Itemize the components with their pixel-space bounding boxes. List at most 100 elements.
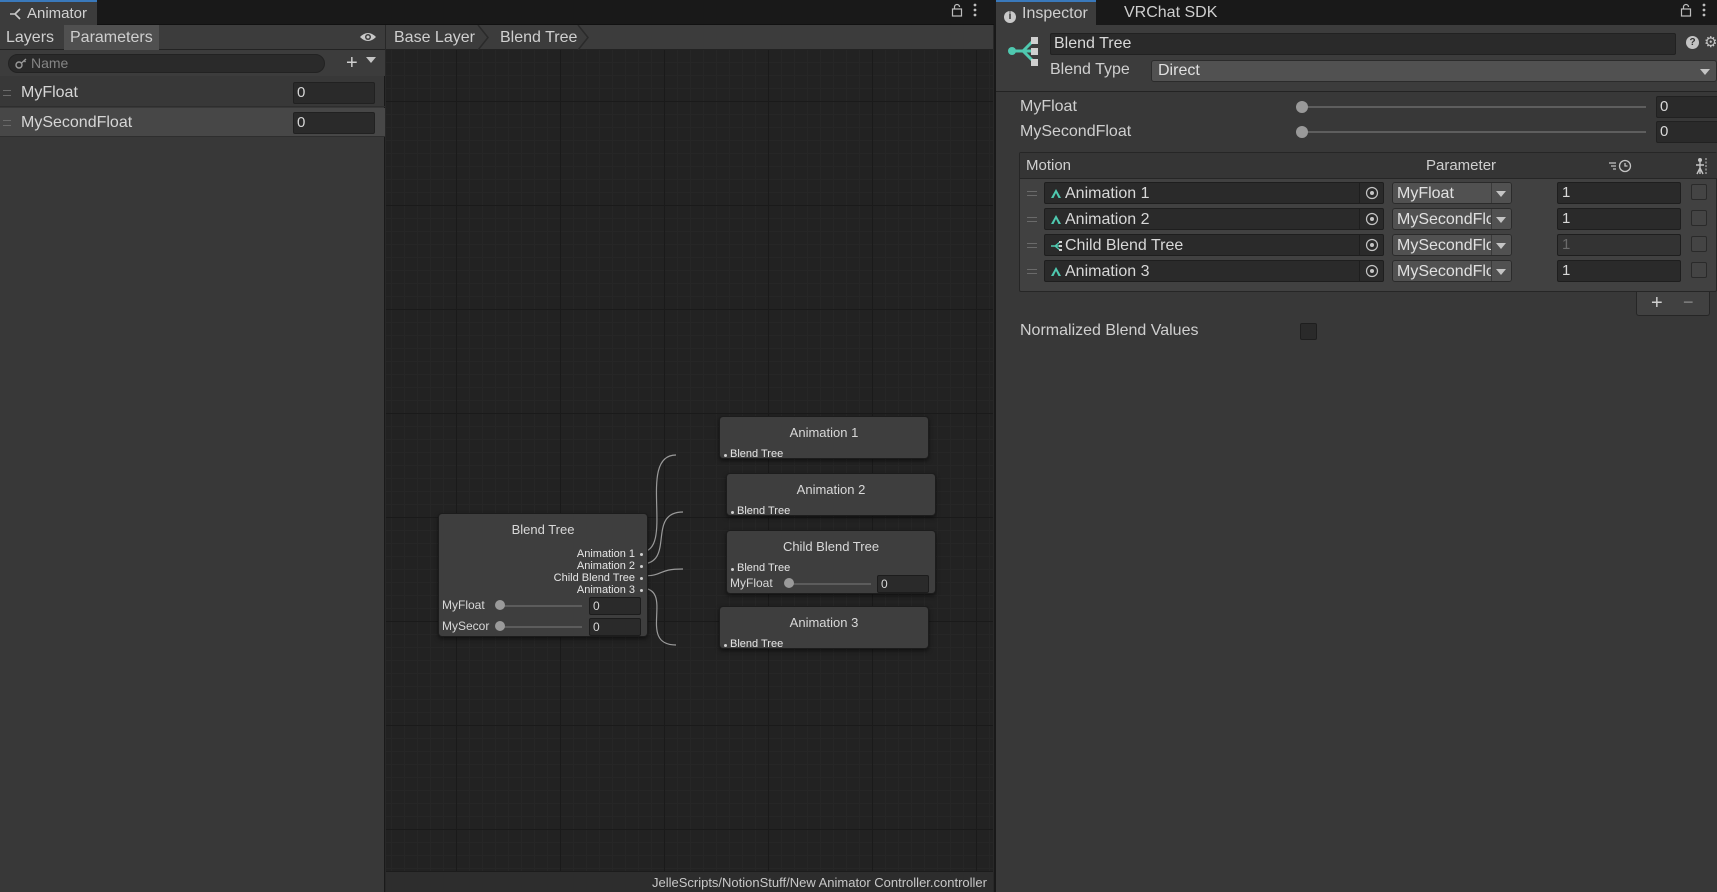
output-port[interactable] xyxy=(640,565,643,568)
object-picker-button[interactable] xyxy=(1359,235,1383,255)
node-slider-track[interactable] xyxy=(500,605,582,607)
graph-view[interactable]: Base Layer Blend Tree Blend Tree Animati… xyxy=(386,25,993,892)
add-parameter-button[interactable]: + xyxy=(346,52,358,75)
slider-value-field[interactable]: 0 xyxy=(1656,96,1717,118)
tab-vrchat-sdk[interactable]: VRChat SDK xyxy=(1116,0,1225,25)
motion-row[interactable]: Child Blend Tree MySecondFloat 1 xyxy=(1020,233,1717,257)
weight-field[interactable]: 1 xyxy=(1557,182,1681,204)
node-slider-value[interactable]: 0 xyxy=(877,575,929,593)
lock-icon[interactable] xyxy=(1680,3,1692,17)
weight-field[interactable]: 1 xyxy=(1557,208,1681,230)
root-blend-tree-node[interactable]: Blend Tree Animation 1 Animation 2 Child… xyxy=(438,513,648,637)
add-motion-button[interactable]: + xyxy=(1651,292,1663,315)
node-slider-knob[interactable] xyxy=(784,578,794,588)
search-placeholder: Name xyxy=(31,55,69,71)
lock-icon[interactable] xyxy=(951,3,963,17)
motion-name: Child Blend Tree xyxy=(1065,237,1184,254)
drag-handle-icon[interactable] xyxy=(3,90,11,96)
node-slider-knob[interactable] xyxy=(495,600,505,610)
mirror-checkbox[interactable] xyxy=(1691,184,1707,200)
weight-field: 1 xyxy=(1557,234,1681,256)
node-slider-knob[interactable] xyxy=(495,621,505,631)
chevron-down-icon[interactable] xyxy=(366,57,376,63)
node-slider-track[interactable] xyxy=(789,583,871,585)
node-output-label: Animation 3 xyxy=(576,584,635,596)
parameter-value-field[interactable]: 0 xyxy=(293,112,375,134)
motion-row[interactable]: Animation 2 MySecondFloat 1 xyxy=(1020,207,1717,231)
eye-icon[interactable] xyxy=(359,29,377,45)
mirror-checkbox[interactable] xyxy=(1691,210,1707,226)
drag-handle-icon[interactable] xyxy=(1027,191,1037,196)
target-icon xyxy=(1365,186,1379,200)
gear-icon[interactable]: ⚙ xyxy=(1704,33,1717,51)
controller-path: JelleScripts/NotionStuff/New Animator Co… xyxy=(651,875,987,890)
slider-track[interactable] xyxy=(1301,106,1646,108)
parameter-row[interactable]: MyFloat 0 xyxy=(0,78,385,107)
help-icon[interactable]: ? xyxy=(1686,36,1699,49)
motion-field[interactable]: Animation 3 xyxy=(1044,260,1384,282)
parameter-dropdown[interactable]: MySecondFloat xyxy=(1392,260,1512,282)
object-picker-button[interactable] xyxy=(1359,183,1383,203)
input-port[interactable] xyxy=(731,511,734,514)
slider-value-field[interactable]: 0 xyxy=(1656,121,1717,143)
remove-motion-button[interactable]: − xyxy=(1683,292,1694,313)
tab-inspector-label: Inspector xyxy=(1022,5,1088,22)
animation-2-node[interactable]: Animation 2 Blend Tree xyxy=(726,473,936,517)
motion-row[interactable]: Animation 1 MyFloat 1 xyxy=(1020,181,1717,205)
slider-knob[interactable] xyxy=(1296,101,1308,113)
slider-track[interactable] xyxy=(1301,131,1646,133)
input-port[interactable] xyxy=(724,644,727,647)
motion-field[interactable]: Animation 1 xyxy=(1044,182,1384,204)
child-blend-tree-node[interactable]: Child Blend Tree Blend Tree MyFloat 0 xyxy=(726,530,936,594)
object-picker-button[interactable] xyxy=(1359,261,1383,281)
motion-name: Animation 2 xyxy=(1065,211,1150,228)
parameter-dropdown[interactable]: MySecondFloat xyxy=(1392,208,1512,230)
more-menu-icon[interactable] xyxy=(1702,3,1706,17)
motion-field[interactable]: Child Blend Tree xyxy=(1044,234,1384,256)
tab-parameters[interactable]: Parameters xyxy=(64,25,159,50)
slider-knob[interactable] xyxy=(1296,126,1308,138)
drag-handle-icon[interactable] xyxy=(3,120,11,126)
blend-type-dropdown[interactable]: Direct xyxy=(1151,60,1717,82)
output-port[interactable] xyxy=(640,589,643,592)
motion-row[interactable]: Animation 3 MySecondFloat 1 xyxy=(1020,259,1717,283)
tab-inspector[interactable]: i Inspector xyxy=(996,0,1096,25)
drag-handle-icon[interactable] xyxy=(1027,243,1037,248)
animation-1-node[interactable]: Animation 1 Blend Tree xyxy=(719,416,929,460)
parameter-dropdown-value: MySecondFloat xyxy=(1397,237,1491,254)
tab-layers[interactable]: Layers xyxy=(0,25,60,50)
more-menu-icon[interactable] xyxy=(973,3,977,17)
animator-window-tab[interactable]: Animator xyxy=(0,0,98,25)
parameter-dropdown[interactable]: MyFloat xyxy=(1392,182,1512,204)
node-slider-label: MySecor xyxy=(442,619,490,633)
motion-field[interactable]: Animation 2 xyxy=(1044,208,1384,230)
input-port[interactable] xyxy=(724,454,727,457)
parameter-slider-row: MyFloat 0 xyxy=(996,95,1717,119)
animator-icon xyxy=(10,7,21,20)
node-slider-value[interactable]: 0 xyxy=(589,597,641,615)
weight-field[interactable]: 1 xyxy=(1557,260,1681,282)
mirror-checkbox[interactable] xyxy=(1691,236,1707,252)
parameter-dropdown-value: MyFloat xyxy=(1397,185,1454,202)
parameter-value-field[interactable]: 0 xyxy=(293,82,375,104)
object-picker-button[interactable] xyxy=(1359,209,1383,229)
mirror-checkbox[interactable] xyxy=(1691,262,1707,278)
blend-tree-name-field[interactable]: Blend Tree xyxy=(1050,33,1676,55)
animator-tab-bar: Animator xyxy=(0,0,994,25)
target-icon xyxy=(1365,212,1379,226)
input-port[interactable] xyxy=(731,568,734,571)
parameter-search-input[interactable]: Name xyxy=(8,54,325,73)
parameter-row[interactable]: MySecondFloat 0 xyxy=(0,108,385,137)
chevron-down-icon xyxy=(1491,235,1511,255)
drag-handle-icon[interactable] xyxy=(1027,269,1037,274)
node-slider-value[interactable]: 0 xyxy=(589,618,641,636)
node-input-label: Blend Tree xyxy=(737,562,791,574)
drag-handle-icon[interactable] xyxy=(1027,217,1037,222)
node-title: Animation 3 xyxy=(789,615,859,630)
output-port[interactable] xyxy=(640,553,643,556)
animation-3-node[interactable]: Animation 3 Blend Tree xyxy=(719,606,929,650)
normalized-blend-checkbox[interactable] xyxy=(1300,323,1317,340)
parameter-dropdown[interactable]: MySecondFloat xyxy=(1392,234,1512,256)
node-slider-track[interactable] xyxy=(500,626,582,628)
output-port[interactable] xyxy=(640,577,643,580)
